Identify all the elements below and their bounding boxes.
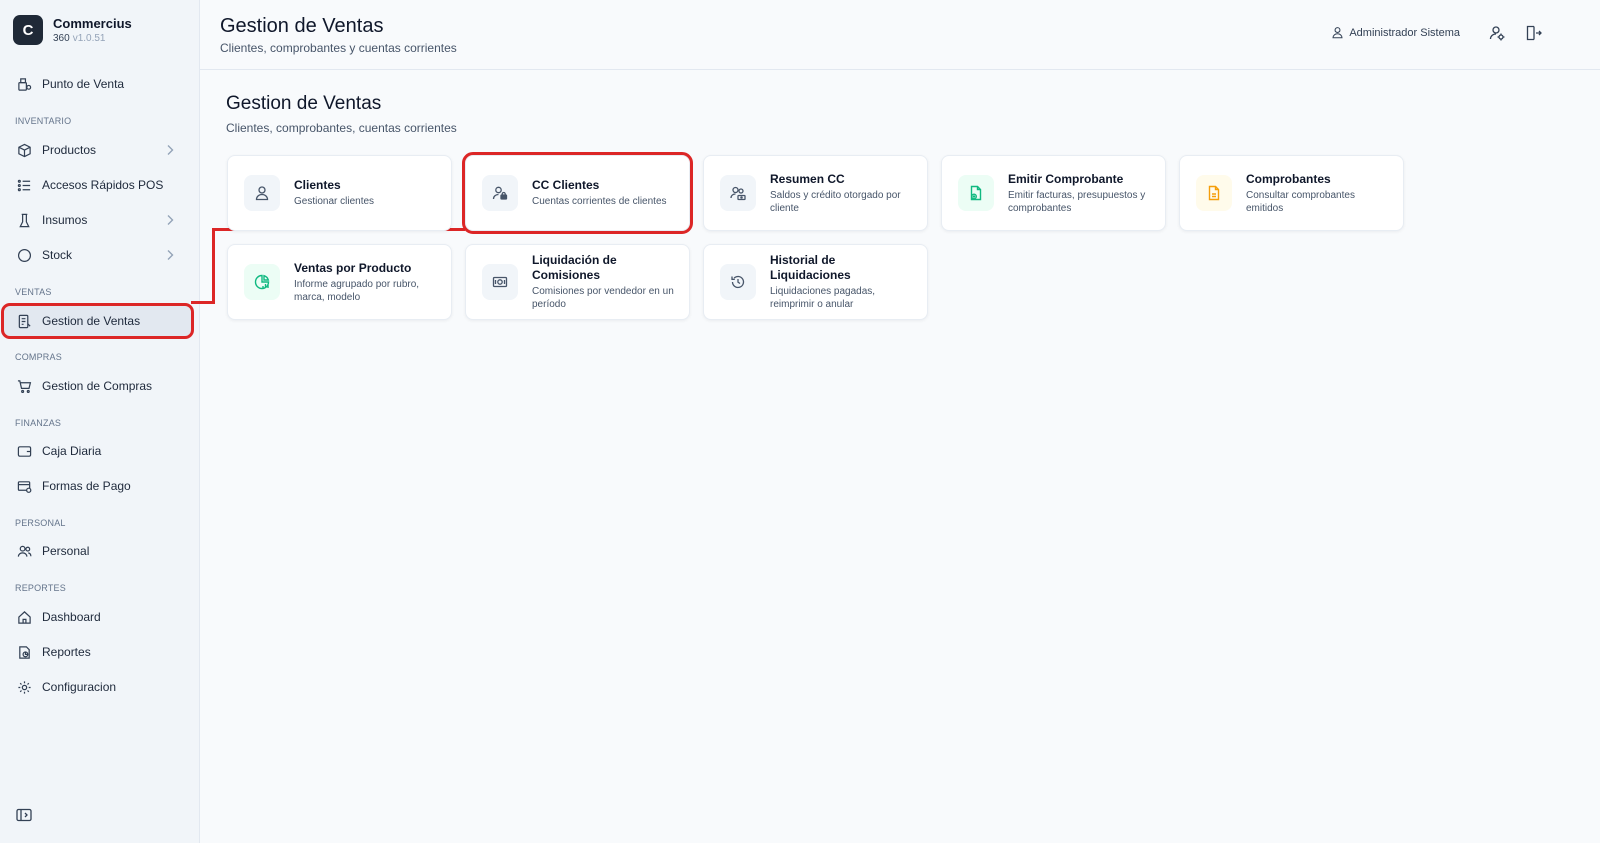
sidebar-item-label: Formas de Pago — [42, 479, 131, 493]
sidebar: C Commercius 360 v1.0.51 Punto de Venta I… — [0, 0, 200, 843]
sidebar-item-label: Gestion de Ventas — [42, 314, 141, 328]
user-icon — [244, 175, 280, 211]
chevron-right-icon — [167, 215, 174, 225]
highlight-connector — [191, 301, 215, 304]
sidebar-item-label: Insumos — [42, 213, 88, 227]
card-historial-liquidaciones[interactable]: Historial de Liquidaciones Liquidaciones… — [703, 244, 928, 320]
sidebar-item-label: Gestion de Compras — [42, 379, 153, 393]
user-settings-icon[interactable] — [1488, 24, 1506, 42]
user-menu[interactable]: Administrador Sistema — [1331, 26, 1460, 39]
card-description: Liquidaciones pagadas, reimprimir o anul… — [770, 286, 876, 310]
user-name: Administrador Sistema — [1349, 26, 1460, 39]
cash-icon — [482, 264, 518, 300]
card-title: Emitir Comprobante — [1008, 171, 1124, 186]
topbar: Gestion de Ventas Clientes, comprobantes… — [200, 0, 1600, 70]
chevron-right-icon — [167, 250, 174, 260]
card-comprobantes[interactable]: Comprobantes Consultar comprobantes emit… — [1179, 155, 1404, 231]
card-description: Comisiones por vendedor en un período — [532, 286, 674, 310]
sidebar-item-gestion-de-compras[interactable]: Gestion de Compras — [4, 371, 191, 401]
users-money-icon — [720, 175, 756, 211]
card-liquidacion-comisiones[interactable]: Liquidación de Comisiones Comisiones por… — [465, 244, 690, 320]
chevron-right-icon — [167, 145, 174, 155]
sidebar-item-accesos-rapidos[interactable]: Accesos Rápidos POS — [4, 170, 191, 200]
card-cc-clientes[interactable]: CC Clientes Cuentas corrientes de client… — [462, 152, 693, 234]
history-icon — [720, 264, 756, 300]
sidebar-item-label: Punto de Venta — [42, 77, 125, 91]
sidebar-item-label: Caja Diaria — [42, 444, 102, 458]
sidebar-item-dashboard[interactable]: Dashboard — [4, 602, 191, 632]
user-lock-icon — [482, 175, 518, 211]
card-title: Clientes — [294, 178, 341, 192]
brand-version: v1.0.51 — [72, 32, 106, 44]
brand[interactable]: C Commercius 360 v1.0.51 — [13, 15, 132, 45]
highlight-connector — [212, 228, 215, 304]
brand-name: Commercius — [53, 15, 132, 31]
card-description: Saldos y crédito otorgado por cliente — [770, 189, 901, 214]
section-inventario: INVENTARIO — [15, 116, 72, 126]
sidebar-item-stock[interactable]: Stock — [4, 240, 191, 270]
wallet-icon — [16, 443, 32, 459]
header-subtitle: Clientes, comprobantes y cuentas corrien… — [220, 41, 457, 55]
sidebar-item-insumos[interactable]: Insumos — [4, 205, 191, 235]
document-add-icon — [958, 175, 994, 211]
sidebar-item-reportes[interactable]: Reportes — [4, 637, 191, 667]
gear-icon — [16, 679, 32, 695]
sidebar-item-configuracion[interactable]: Configuracion — [4, 672, 191, 702]
card-title: Resumen CC — [770, 171, 845, 186]
section-finanzas: FINANZAS — [15, 418, 62, 428]
section-ventas: VENTAS — [15, 287, 52, 297]
sidebar-item-label: Personal — [42, 544, 90, 558]
card-resumen-cc[interactable]: Resumen CC Saldos y crédito otorgado por… — [703, 155, 928, 231]
page-subtitle: Clientes, comprobantes, cuentas corrient… — [226, 121, 457, 135]
card-settings-icon — [16, 478, 32, 494]
section-reportes: REPORTES — [15, 583, 66, 593]
sidebar-item-formas-de-pago[interactable]: Formas de Pago — [4, 471, 191, 501]
section-compras: COMPRAS — [15, 352, 62, 362]
sidebar-item-personal[interactable]: Personal — [4, 536, 191, 566]
user-icon — [1332, 27, 1343, 39]
card-description: Informe agrupado por rubro, marca, model… — [294, 278, 420, 303]
cart-icon — [16, 378, 32, 394]
users-icon — [16, 543, 32, 559]
chart-icon — [244, 264, 280, 300]
sidebar-item-label: Dashboard — [42, 610, 101, 624]
sidebar-collapse-icon[interactable] — [16, 808, 32, 822]
sidebar-item-label: Accesos Rápidos POS — [42, 178, 164, 192]
circle-icon — [16, 247, 32, 263]
card-title: CC Clientes — [532, 178, 600, 192]
sidebar-item-label: Reportes — [42, 645, 91, 659]
logout-icon[interactable] — [1524, 24, 1542, 42]
card-title: Historial de Liquidaciones — [770, 253, 851, 282]
card-title: Comprobantes — [1246, 171, 1331, 186]
flask-icon — [16, 212, 32, 228]
card-title: Ventas por Producto — [294, 260, 412, 275]
card-description: Emitir facturas, presupuestos y comproba… — [1008, 189, 1146, 214]
card-clientes[interactable]: Clientes Gestionar clientes — [227, 155, 452, 231]
sidebar-item-label: Configuracion — [42, 680, 117, 694]
sidebar-item-gestion-de-ventas[interactable]: Gestion de Ventas — [1, 303, 194, 339]
pos-terminal-icon — [16, 76, 32, 92]
sidebar-item-productos[interactable]: Productos — [4, 135, 191, 165]
brand-logo: C — [13, 15, 43, 45]
page-title: Gestion de Ventas — [226, 93, 382, 114]
card-description: Cuentas corrientes de clientes — [532, 196, 667, 207]
header-title: Gestion de Ventas — [220, 15, 384, 37]
card-ventas-por-producto[interactable]: Ventas por Producto Informe agrupado por… — [227, 244, 452, 320]
report-icon — [16, 644, 32, 660]
card-emitir-comprobante[interactable]: Emitir Comprobante Emitir facturas, pres… — [941, 155, 1166, 231]
sidebar-item-punto-de-venta[interactable]: Punto de Venta — [4, 69, 191, 99]
brand-sub: 360 v1.0.51 — [53, 32, 106, 44]
card-title: Liquidación de Comisiones — [532, 253, 617, 282]
card-description: Consultar comprobantes emitidos — [1246, 189, 1355, 214]
sidebar-item-label: Productos — [42, 143, 97, 157]
sidebar-item-label: Stock — [42, 248, 73, 262]
sidebar-item-caja-diaria[interactable]: Caja Diaria — [4, 436, 191, 466]
box-icon — [16, 142, 32, 158]
home-icon — [16, 609, 32, 625]
receipt-icon — [16, 313, 32, 329]
section-personal: PERSONAL — [15, 518, 66, 528]
document-icon — [1196, 175, 1232, 211]
list-icon — [16, 177, 32, 193]
card-description: Gestionar clientes — [294, 196, 375, 207]
